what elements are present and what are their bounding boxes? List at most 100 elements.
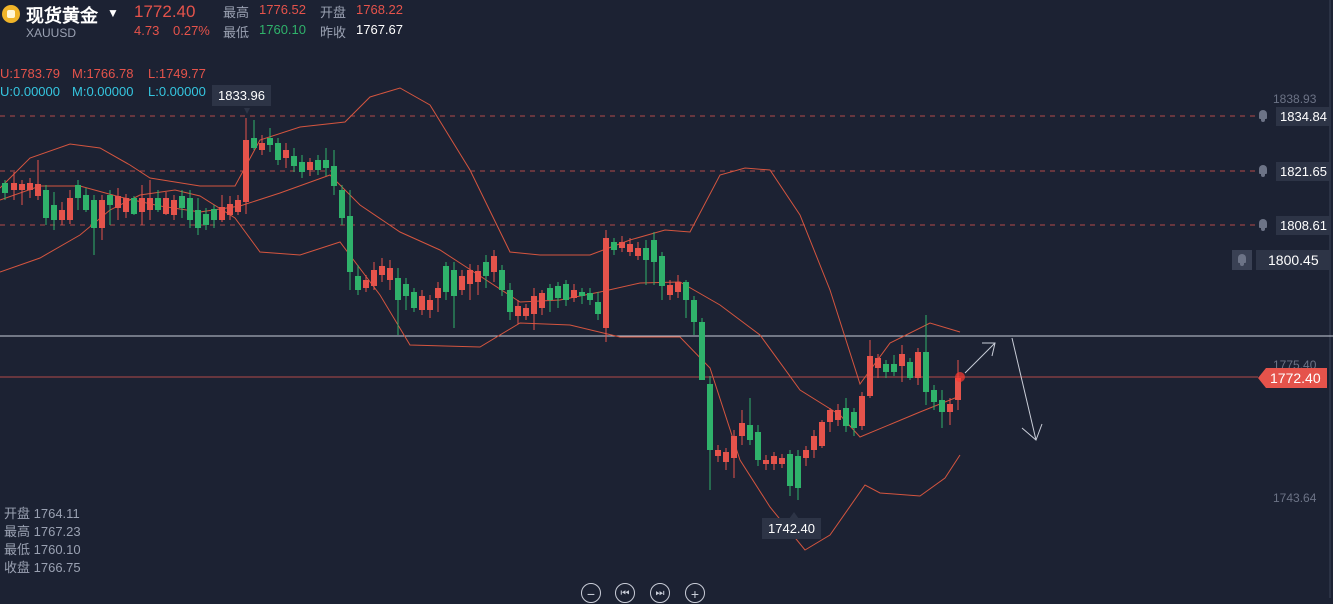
current-price-tag: 1772.40 [1258, 368, 1327, 388]
candle-body [603, 238, 609, 328]
candle-body [251, 138, 257, 148]
candle-body [747, 425, 753, 440]
boll-mid-band [0, 174, 961, 438]
candle-body [571, 290, 577, 298]
alert-bell-button[interactable] [1232, 250, 1252, 270]
projection-up-arrow [964, 342, 996, 374]
alert-price-tag[interactable]: 1821.65 [1276, 162, 1331, 181]
scroll-left-button[interactable]: ⏮ [615, 583, 635, 603]
candle-body [667, 285, 673, 295]
candle-body [195, 210, 201, 228]
candle-body [579, 292, 585, 296]
candle-body [563, 284, 569, 300]
candle-body [611, 242, 617, 250]
ohlc-low-label: 最低 [4, 542, 31, 557]
candle-body [59, 210, 65, 220]
candle-body [435, 288, 441, 298]
candlestick-chart[interactable] [0, 0, 1333, 598]
candle-body [347, 216, 353, 272]
candle-body [219, 207, 225, 220]
candle-body [499, 270, 505, 290]
candle-body [163, 198, 169, 214]
candle-body [35, 184, 41, 196]
ohlc-high-label: 最高 [4, 524, 31, 539]
candle-body [851, 412, 857, 428]
zoom-out-button[interactable]: − [581, 583, 601, 603]
candle-body [139, 198, 145, 212]
active-alert-price[interactable]: 1800.45 [1256, 250, 1330, 270]
candle-body [947, 404, 953, 412]
candle-body [867, 356, 873, 396]
candle-body [835, 410, 841, 420]
boll-lower-band [0, 189, 961, 551]
candle-body [811, 436, 817, 450]
candle-body [411, 292, 417, 308]
candle-body [275, 143, 281, 160]
candle-body [827, 410, 833, 422]
candle-body [779, 458, 785, 464]
alert-price-tag[interactable]: 1808.61 [1276, 216, 1331, 235]
candle-body [755, 432, 761, 460]
candle-body [131, 198, 137, 214]
candle-body [507, 290, 513, 312]
candle-body [91, 200, 97, 228]
candle-body [355, 276, 361, 290]
candle-body [427, 300, 433, 310]
scroll-right-button[interactable]: ⏭ [650, 583, 670, 603]
candle-body [899, 354, 905, 366]
candle-body [891, 364, 897, 372]
candle-body [83, 195, 89, 210]
candle-body [515, 306, 521, 316]
candle-body [699, 322, 705, 380]
candle-body [635, 248, 641, 256]
candle-body [531, 296, 537, 314]
ohlc-panel: 开盘 1764.11 最高 1767.23 最低 1760.10 收盘 1766… [4, 505, 81, 577]
candle-body [763, 460, 769, 464]
candle-body [795, 456, 801, 488]
candle-body [339, 190, 345, 218]
candle-body [859, 396, 865, 426]
candle-body [843, 408, 849, 426]
candle-body [227, 204, 233, 215]
candle-body [267, 138, 273, 145]
candle-body [475, 271, 481, 282]
candle-body [395, 278, 401, 300]
candle-body [803, 450, 809, 458]
candle-body [291, 156, 297, 166]
candle-body [179, 196, 185, 208]
candle-body [931, 390, 937, 402]
axis-label-top: 1838.93 [1273, 92, 1317, 106]
candle-body [331, 166, 337, 186]
high-marker-pointer [244, 108, 250, 114]
candle-body [619, 242, 625, 248]
candle-body [923, 352, 929, 392]
candle-body [171, 200, 177, 215]
bell-icon[interactable] [1256, 218, 1270, 232]
candle-body [715, 450, 721, 456]
projection-down-arrow [1011, 337, 1037, 441]
zoom-in-button[interactable]: + [685, 583, 705, 603]
bell-icon[interactable] [1256, 109, 1270, 123]
candle-body [491, 256, 497, 272]
candle-body [51, 205, 57, 220]
candle-body [283, 150, 289, 158]
candle-body [43, 190, 49, 218]
candle-body [555, 286, 561, 298]
candle-body [539, 293, 545, 308]
candle-body [707, 384, 713, 450]
alert-price-tag[interactable]: 1834.84 [1276, 107, 1331, 126]
low-marker-label: 1742.40 [762, 518, 821, 539]
candle-body [299, 162, 305, 172]
candle-body [259, 143, 265, 150]
candle-body [787, 454, 793, 486]
candle-body [315, 160, 321, 170]
candle-body [371, 270, 377, 286]
candle-body [907, 362, 913, 378]
candle-body [587, 293, 593, 300]
candle-body [123, 198, 129, 212]
candle-body [203, 214, 209, 225]
candle-body [691, 300, 697, 322]
bell-icon[interactable] [1256, 164, 1270, 178]
ohlc-high: 1767.23 [33, 524, 81, 539]
high-marker-label: 1833.96 [212, 85, 271, 106]
